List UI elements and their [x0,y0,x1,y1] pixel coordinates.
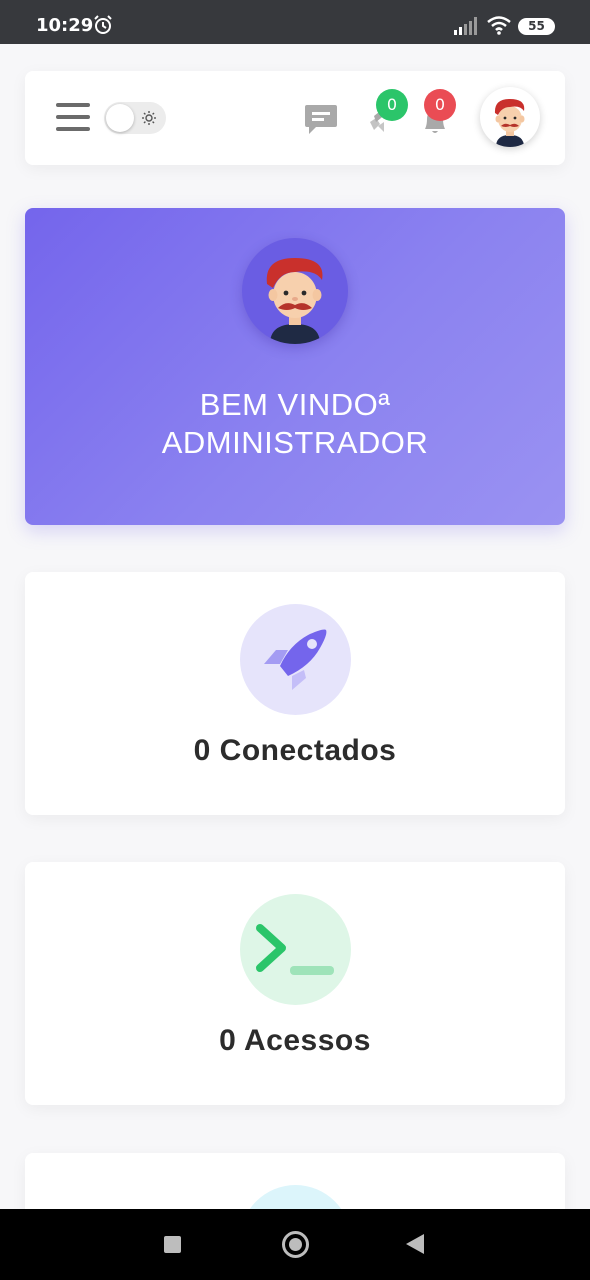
stat-icon-circle [240,894,351,1005]
stat-label-conectados: 0 Conectados [193,734,397,767]
battery-indicator: 55 [518,18,555,35]
stat-card-acessos[interactable]: 0 Acessos [25,862,565,1105]
alarm-icon [94,15,112,34]
welcome-banner: BEM VINDOª ADMINISTRADOR [25,208,565,525]
android-nav-bar [0,1209,590,1280]
recent-apps-button[interactable] [164,1236,181,1253]
rocket-icon [264,629,327,690]
status-bar: 10:29 55 [0,0,590,44]
avatar-illustration [266,258,323,344]
stat-card-conectados[interactable]: 0 Conectados [25,572,565,815]
status-time: 10:29 [36,15,94,36]
avatar-illustration [494,99,525,147]
welcome-line-1: BEM VINDOª [199,387,391,422]
sun-icon [142,111,156,125]
welcome-avatar [242,238,348,344]
signal-icon [454,17,477,35]
messages-badge: 0 [376,89,408,121]
stat-icon-circle [240,604,351,715]
notifications-badge: 0 [424,89,456,121]
back-button[interactable] [406,1234,424,1254]
user-avatar[interactable] [480,87,540,147]
theme-toggle[interactable] [104,102,166,134]
terminal-icon [256,924,334,975]
home-button[interactable] [282,1231,309,1258]
wifi-icon [487,16,511,35]
welcome-message: BEM VINDOª ADMINISTRADOR [25,386,565,462]
top-header: 0 0 [25,71,565,165]
stat-label-acessos: 0 Acessos [219,1024,371,1057]
welcome-line-2: ADMINISTRADOR [161,425,429,460]
toggle-knob [106,104,134,132]
menu-icon[interactable] [56,103,90,133]
chat-icon[interactable] [304,104,338,136]
